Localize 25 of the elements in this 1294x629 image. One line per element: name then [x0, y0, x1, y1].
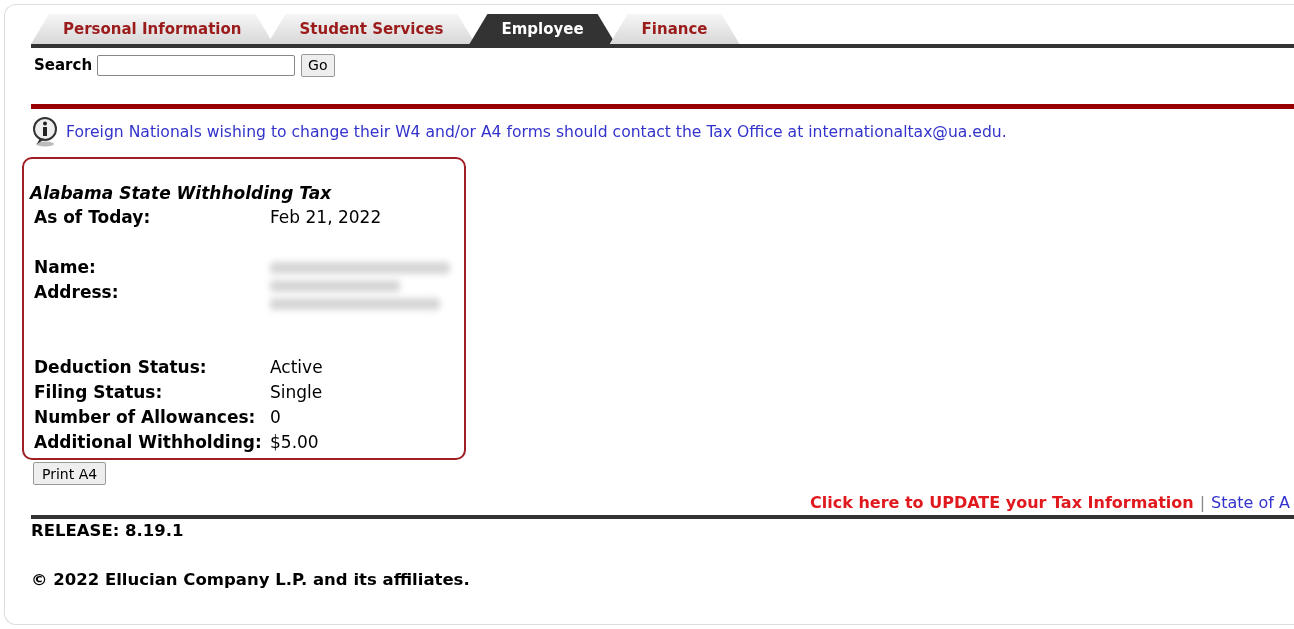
- link-separator: |: [1199, 493, 1206, 512]
- field-label: Name:: [34, 256, 97, 279]
- field-label: Address:: [34, 281, 120, 304]
- field-label: Additional Withholding:: [34, 431, 263, 454]
- go-button[interactable]: Go: [301, 53, 335, 77]
- field-label: Deduction Status:: [34, 356, 208, 379]
- field-label: Filing Status:: [34, 381, 164, 404]
- field-value: Feb 21, 2022: [270, 207, 382, 227]
- link[interactable]: Click here to UPDATE your Tax Information: [810, 493, 1194, 512]
- print-button[interactable]: Print A4: [33, 462, 107, 485]
- field-label: As of Today:: [34, 206, 152, 229]
- tab[interactable]: Finance: [609, 14, 740, 44]
- field-value: 0: [270, 407, 281, 427]
- copyright-text: © 2022 Ellucian Company L.P. and its affiliates.: [31, 570, 471, 589]
- search-label: Search: [34, 56, 93, 74]
- release-version: RELEASE: 8.19.1: [31, 521, 185, 540]
- field-label: Number of Allowances:: [34, 406, 257, 429]
- info-icon: [31, 117, 59, 147]
- search-field[interactable]: [97, 54, 296, 76]
- notice-text: Foreign Nationals wishing to change their W4 and/or A4 forms should contact the Tax Office at internationaltax@ua.edu.: [66, 123, 1007, 141]
- link[interactable]: State of A: [1211, 493, 1290, 512]
- field-value: $5.00: [270, 432, 319, 452]
- form-title: Alabama State Withholding Tax: [30, 183, 333, 203]
- field-value: Single: [270, 382, 323, 402]
- field-value: Active: [270, 357, 323, 377]
